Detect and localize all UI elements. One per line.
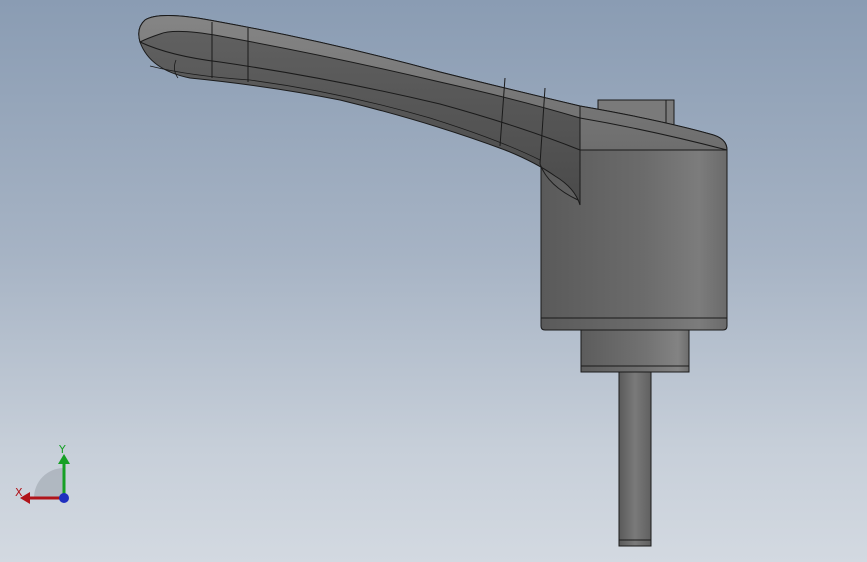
coordinate-triad: X Y: [12, 440, 74, 508]
graphics-viewport[interactable]: X Y: [0, 0, 867, 562]
clamping-lever-model[interactable]: [0, 0, 867, 562]
threaded-pin[interactable]: [618, 367, 652, 547]
x-axis-label: X: [15, 486, 23, 499]
y-axis-label: Y: [59, 443, 66, 456]
lower-collar[interactable]: [580, 325, 690, 373]
